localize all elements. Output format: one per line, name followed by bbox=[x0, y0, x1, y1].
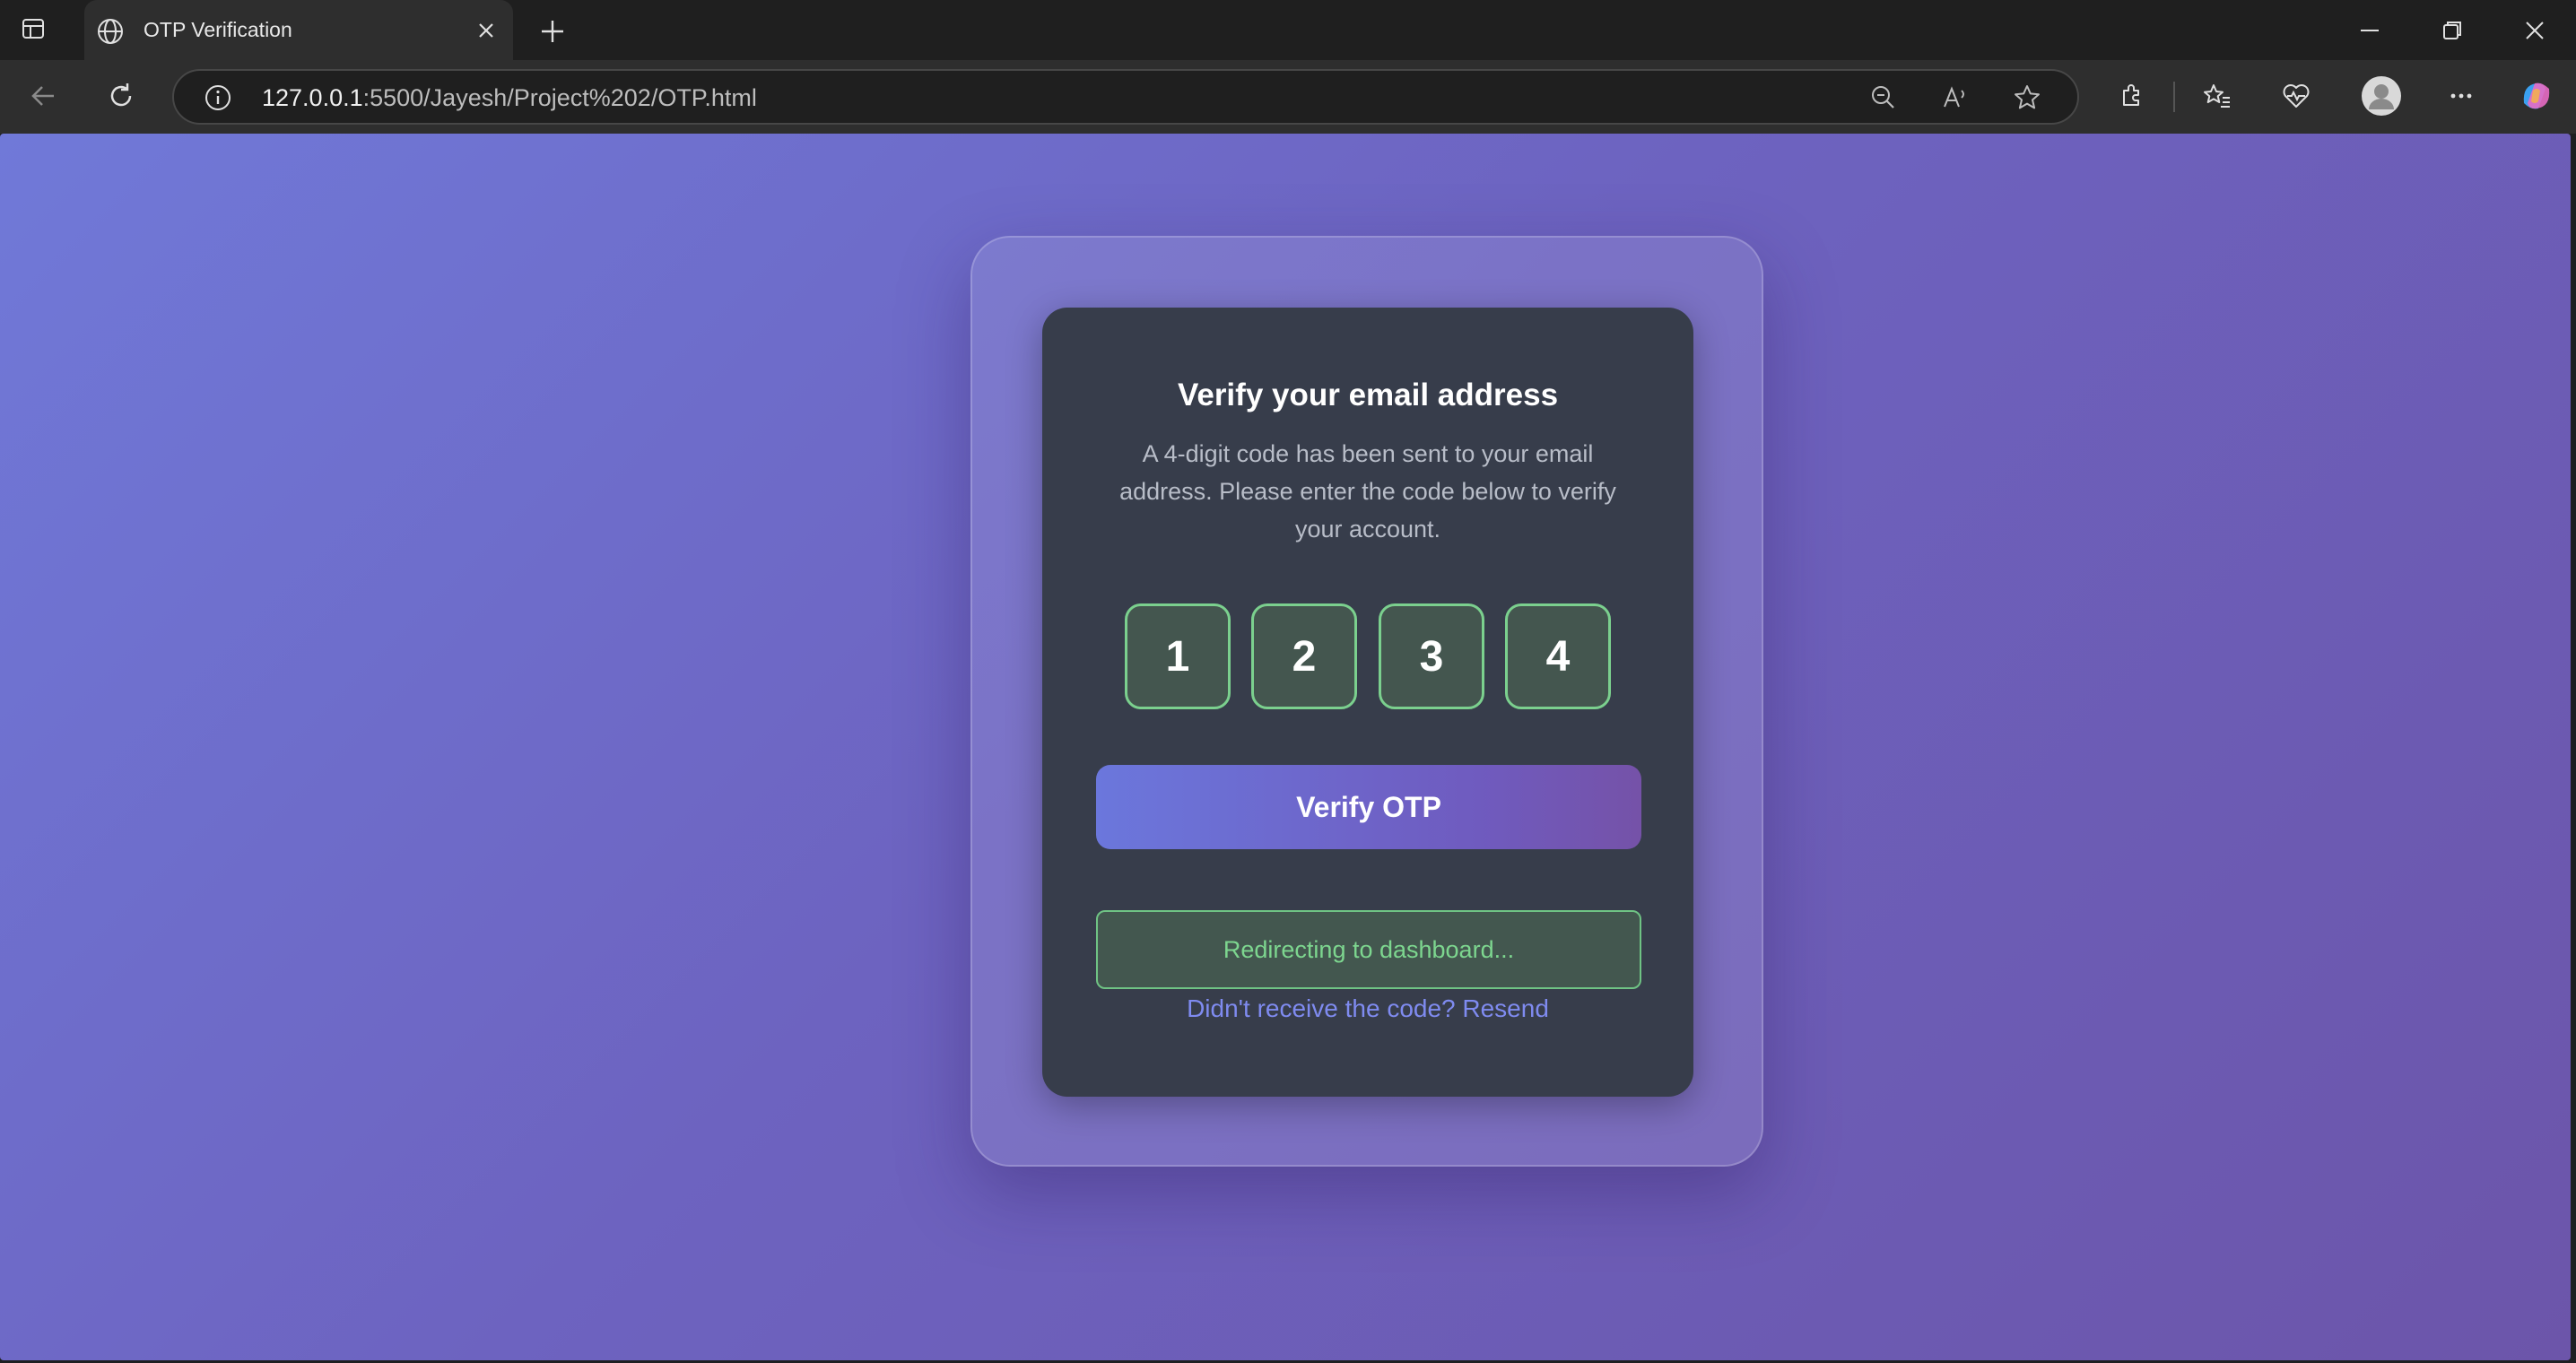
close-tab-icon[interactable] bbox=[475, 20, 497, 41]
favorite-star-icon[interactable] bbox=[2011, 82, 2043, 114]
url-text: 127.0.0.1:5500/Jayesh/Project%202/OTP.ht… bbox=[262, 84, 757, 112]
close-window-icon[interactable] bbox=[2520, 16, 2549, 45]
profile-avatar[interactable] bbox=[2361, 75, 2402, 117]
resend-row: Didn't receive the code? Resend bbox=[1042, 994, 1693, 1023]
otp-digit-input-3[interactable]: 3 bbox=[1379, 603, 1484, 709]
browser-tabbar: OTP Verification bbox=[0, 0, 2576, 60]
url-path: :5500/Jayesh/Project%202/OTP.html bbox=[362, 84, 757, 111]
otp-verification-card: Verify your email address A 4-digit code… bbox=[1042, 308, 1693, 1097]
toolbar-separator bbox=[2173, 82, 2175, 112]
tab-title: OTP Verification bbox=[144, 18, 292, 41]
new-tab-icon[interactable] bbox=[536, 15, 569, 48]
otp-digit-input-1[interactable]: 1 bbox=[1125, 603, 1231, 709]
browser-essentials-icon[interactable] bbox=[2278, 78, 2314, 114]
extensions-icon[interactable] bbox=[2113, 78, 2149, 114]
more-options-icon[interactable] bbox=[2443, 78, 2479, 114]
restore-icon[interactable] bbox=[2438, 16, 2467, 45]
favorites-icon[interactable] bbox=[2199, 78, 2235, 114]
minimize-icon[interactable] bbox=[2355, 16, 2384, 45]
back-icon[interactable] bbox=[25, 78, 61, 114]
tab-actions-icon[interactable] bbox=[20, 15, 47, 42]
globe-icon bbox=[98, 19, 123, 44]
otp-digit-input-4[interactable]: 4 bbox=[1505, 603, 1611, 709]
status-message: Redirecting to dashboard... bbox=[1096, 910, 1641, 989]
resend-link[interactable]: Resend bbox=[1462, 994, 1549, 1022]
otp-input-group: 1 2 3 4 bbox=[1125, 603, 1611, 711]
page-title: Verify your email address bbox=[1177, 378, 1559, 412]
browser-toolbar: 127.0.0.1:5500/Jayesh/Project%202/OTP.ht… bbox=[0, 60, 2576, 134]
browser-tab-active[interactable]: OTP Verification bbox=[84, 0, 513, 60]
read-aloud-icon[interactable] bbox=[1939, 82, 1971, 114]
otp-digit-input-2[interactable]: 2 bbox=[1251, 603, 1357, 709]
resend-prompt: Didn't receive the code? bbox=[1187, 994, 1456, 1022]
verify-otp-button[interactable]: Verify OTP bbox=[1096, 765, 1641, 849]
refresh-icon[interactable] bbox=[103, 78, 139, 114]
instruction-text: A 4-digit code has been sent to your ema… bbox=[1119, 440, 1616, 543]
site-info-icon[interactable] bbox=[203, 82, 233, 113]
page-background: Verify your email address A 4-digit code… bbox=[0, 134, 2571, 1360]
copilot-icon[interactable] bbox=[2517, 76, 2556, 116]
zoom-out-icon[interactable] bbox=[1867, 82, 1900, 114]
glass-card: Verify your email address A 4-digit code… bbox=[970, 236, 1763, 1167]
address-bar[interactable]: 127.0.0.1:5500/Jayesh/Project%202/OTP.ht… bbox=[172, 69, 2079, 125]
url-host: 127.0.0.1 bbox=[262, 84, 363, 111]
